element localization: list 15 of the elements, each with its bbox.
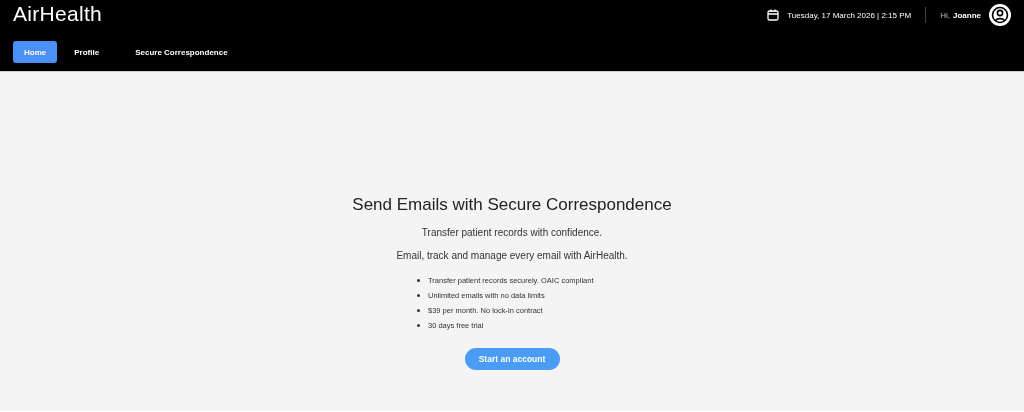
bullet-icon — [417, 279, 420, 282]
bullet-icon — [417, 309, 420, 312]
calendar-icon — [767, 9, 780, 21]
user-name: Joanne — [953, 10, 981, 20]
greeting: Hi, — [940, 10, 950, 20]
intro-text: Transfer patient records with confidence. — [421, 227, 603, 238]
intro-text: Email, track and manage every email with AirHealth. — [396, 250, 628, 261]
app-logo: AirHealth — [13, 2, 103, 26]
avatar-icon[interactable] — [989, 4, 1011, 26]
bullet-icon — [417, 324, 420, 327]
page-title: Send Emails with Secure Correspondence — [352, 195, 672, 215]
bullet-icon — [417, 294, 420, 297]
nav-tab[interactable]: Profile — [63, 41, 111, 63]
date-time: Tuesday, 17 March 2026 | 2:15 PM — [787, 10, 912, 20]
nav-tab[interactable]: Secure Correspondence — [124, 41, 239, 63]
